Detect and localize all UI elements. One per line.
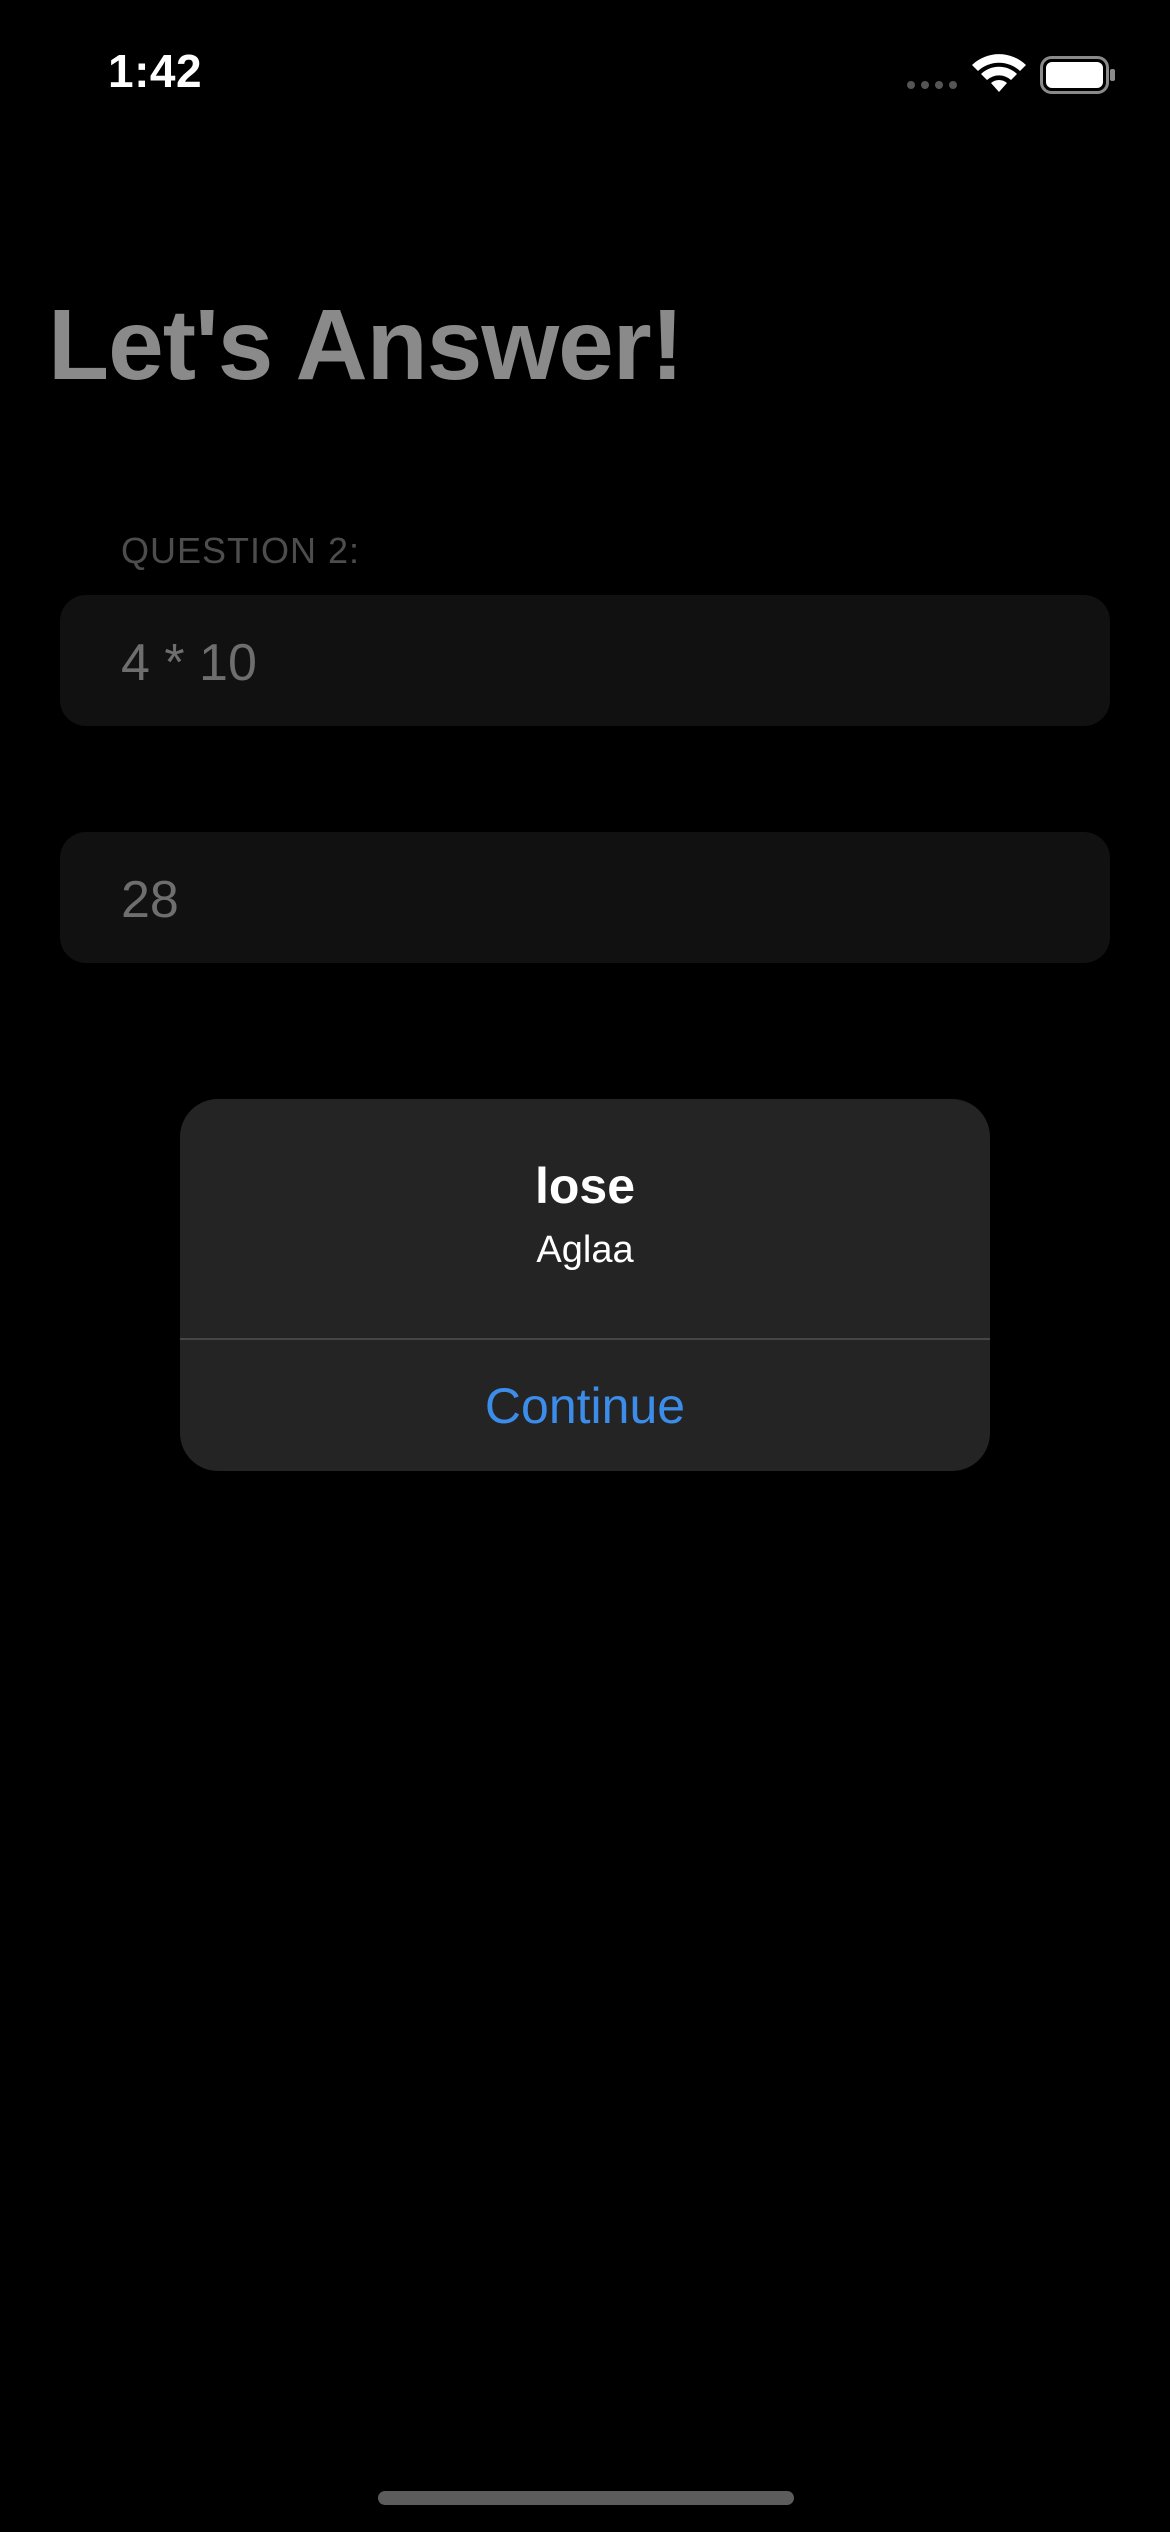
status-bar: 1:42: [0, 0, 1170, 140]
home-indicator[interactable]: [378, 2491, 794, 2505]
answer-input[interactable]: [121, 870, 1021, 930]
signal-dots-icon: [907, 81, 957, 89]
question-card: 4 * 10: [60, 595, 1110, 726]
alert-title: lose: [534, 1158, 636, 1214]
alert-message: Aglaa: [536, 1229, 634, 1271]
question-header: QUESTION 2:: [121, 530, 361, 571]
alert-dialog: lose Aglaa Continue: [180, 1099, 990, 1471]
answer-field-card[interactable]: [60, 832, 1110, 963]
battery-icon: [1040, 56, 1115, 94]
status-time: 1:42: [108, 45, 203, 97]
continue-button[interactable]: Continue: [180, 1340, 990, 1471]
page-title: Let's Answer!: [48, 289, 684, 401]
question-text: 4 * 10: [121, 634, 257, 692]
wifi-icon: [972, 54, 1026, 92]
